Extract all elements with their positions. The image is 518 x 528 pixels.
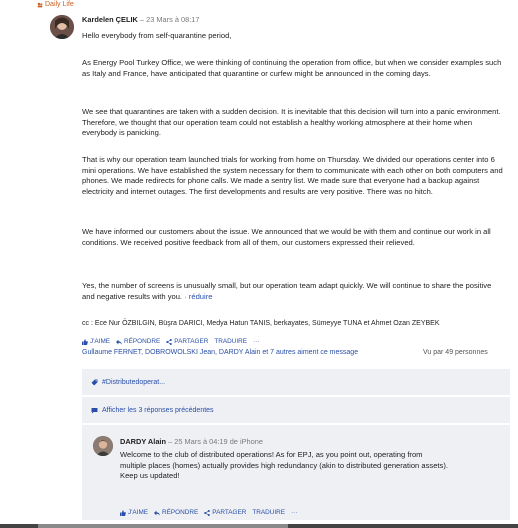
like-label: J'AIME — [128, 509, 149, 516]
show-previous-replies-link[interactable]: Afficher les 3 réponses précédentes — [102, 407, 214, 414]
reply-date[interactable]: – 25 Mars à 04:19 de iPhone — [168, 437, 263, 446]
more-options-button[interactable]: ··· — [253, 338, 259, 345]
topic-link[interactable]: #Distributedoperat... — [102, 379, 165, 386]
reply-like-button[interactable]: J'AIME — [120, 509, 148, 516]
reply-share-button[interactable]: PARTAGER — [204, 509, 246, 516]
collapse-link[interactable]: · réduire — [184, 292, 212, 301]
topic-panel: #Distributedoperat... — [82, 369, 510, 395]
post-paragraph: As Energy Pool Turkey Office, we were th… — [82, 58, 502, 78]
horizontal-scrollbar[interactable] — [0, 524, 518, 528]
share-icon — [204, 509, 211, 516]
reply-meta: DARDY Alain – 25 Mars à 04:19 de iPhone — [120, 437, 500, 447]
post-date[interactable]: – 23 Mars à 08:17 — [140, 15, 200, 24]
post-paragraph: We have informed our customers about the… — [82, 227, 491, 247]
reply-label: RÉPONDRE — [162, 509, 199, 516]
post-paragraph: We see that quarantines are taken with a… — [82, 107, 501, 138]
reply-button[interactable]: RÉPONDRE — [116, 338, 160, 345]
share-button[interactable]: PARTAGER — [166, 338, 208, 345]
group-icon — [37, 2, 43, 8]
reply-author-avatar[interactable] — [93, 436, 113, 456]
post-paragraph-last: Yes, the number of screens is unusually … — [82, 281, 506, 302]
share-label: PARTAGER — [174, 338, 209, 345]
author-avatar[interactable] — [50, 15, 74, 39]
tag-icon — [91, 379, 98, 385]
like-label: J'AIME — [90, 338, 111, 345]
reply-actions: J'AIME RÉPONDRE PARTAGER TRADUIRE ··· — [120, 509, 297, 516]
likes-summary[interactable]: Gullaume FERNET, DOBROWOLSKI Jean, DARDY… — [82, 349, 358, 356]
reply-reply-button[interactable]: RÉPONDRE — [154, 509, 198, 516]
thumbs-up-icon — [120, 509, 126, 516]
post-actions: J'AIME RÉPONDRE PARTAGER TRADUIRE ··· — [82, 338, 259, 345]
post-meta: Kardelen ÇELIK – 23 Mars à 08:17 — [82, 15, 512, 25]
previous-replies-panel: Afficher les 3 réponses précédentes — [82, 397, 510, 423]
seen-by-count[interactable]: Vu par 49 personnes — [423, 349, 488, 356]
thumbs-up-icon — [82, 338, 88, 345]
post: Kardelen ÇELIK – 23 Mars à 08:17 Hello e… — [82, 15, 512, 327]
post-paragraph-text: Yes, the number of screens is unusually … — [82, 281, 492, 301]
share-label: PARTAGER — [212, 509, 247, 516]
reply-icon — [116, 339, 123, 345]
post-author[interactable]: Kardelen ÇELIK — [82, 15, 138, 24]
chat-bubble-icon — [91, 407, 98, 413]
reply-body: DARDY Alain – 25 Mars à 04:19 de iPhone … — [120, 437, 500, 482]
cc-line: cc : Ece Nur ÖZBILGIN, Büşra DARICI, Med… — [82, 320, 440, 327]
share-icon — [166, 338, 173, 345]
scrollbar-thumb[interactable] — [38, 524, 288, 528]
group-label: Daily Life — [45, 1, 74, 8]
translate-button[interactable]: TRADUIRE — [214, 338, 247, 345]
post-greeting: Hello everybody from self-quarantine per… — [82, 31, 232, 40]
reply-text: Welcome to the club of distributed opera… — [120, 450, 448, 470]
group-tag[interactable]: Daily Life — [37, 0, 74, 9]
reply-label: RÉPONDRE — [124, 338, 161, 345]
reply-more-options-button[interactable]: ··· — [291, 509, 297, 516]
reply-icon — [154, 510, 161, 516]
post-paragraph: That is why our operation team launched … — [82, 155, 503, 196]
reply-closing: Keep us updated! — [120, 471, 180, 481]
reply-author[interactable]: DARDY Alain — [120, 437, 166, 446]
reply-translate-button[interactable]: TRADUIRE — [252, 509, 285, 516]
reply-panel: DARDY Alain – 25 Mars à 04:19 de iPhone … — [82, 425, 510, 520]
like-button[interactable]: J'AIME — [82, 338, 110, 345]
